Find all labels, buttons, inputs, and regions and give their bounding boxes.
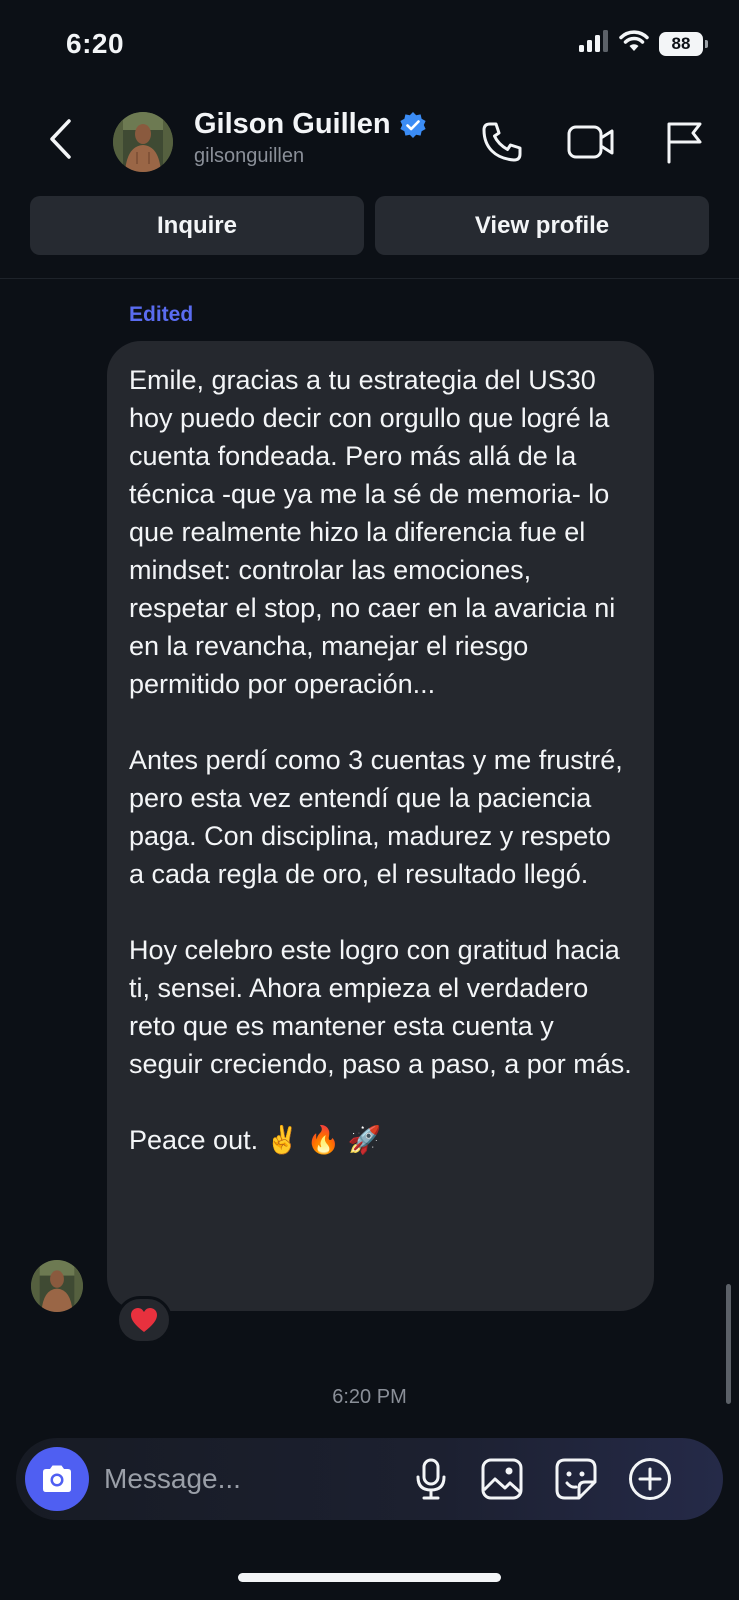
heart-icon (131, 1308, 157, 1332)
sticker-icon (555, 1458, 597, 1500)
plus-circle-icon (629, 1458, 671, 1500)
message-paragraph: Hoy celebro este logro con gratitud haci… (129, 935, 632, 1079)
message-input[interactable] (104, 1452, 394, 1506)
phone-icon (482, 122, 522, 162)
inquire-button[interactable]: Inquire (30, 196, 364, 255)
chat-header: Gilson Guillen gilsonguillen (0, 100, 739, 180)
camera-icon (43, 1465, 71, 1492)
status-bar: 6:20 88 (0, 0, 739, 90)
microphone-icon (416, 1458, 446, 1500)
header-divider (0, 278, 739, 279)
more-options-button[interactable] (626, 1455, 674, 1503)
battery-indicator: 88 (659, 31, 708, 56)
voice-message-button[interactable] (407, 1455, 455, 1503)
status-time: 6:20 (66, 28, 125, 59)
sender-avatar[interactable] (31, 1260, 83, 1312)
flag-icon (667, 122, 702, 164)
report-button[interactable] (660, 118, 708, 166)
message-timestamp: 6:20 PM (332, 1386, 407, 1408)
profile-actions: Inquire View profile (30, 196, 709, 255)
edited-label: Edited (129, 303, 194, 326)
video-call-button[interactable] (567, 118, 615, 166)
wifi-icon (619, 30, 649, 57)
view-profile-button[interactable]: View profile (375, 196, 709, 255)
camera-button[interactable] (25, 1447, 89, 1511)
status-icons: 88 (579, 30, 708, 57)
verified-badge-icon (399, 111, 426, 138)
home-indicator (238, 1573, 501, 1582)
message-bubble[interactable]: Emile, gracias a tu estrategia del US30 … (107, 341, 654, 1311)
message-paragraph: Antes perdí como 3 cuentas y me frustré,… (129, 745, 623, 889)
reaction-badge[interactable] (116, 1296, 172, 1344)
contact-info[interactable]: Gilson Guillen gilsonguillen (194, 108, 427, 168)
gallery-icon (481, 1458, 523, 1500)
message-paragraph: Emile, gracias a tu estrategia del US30 … (129, 365, 616, 699)
message-composer (16, 1438, 723, 1520)
contact-avatar[interactable] (113, 112, 173, 172)
contact-handle: gilsonguillen (194, 145, 305, 167)
message-paragraph: Peace out. ✌️ 🔥 🚀 (129, 1125, 382, 1155)
contact-name: Gilson Guillen (194, 108, 391, 140)
video-icon (567, 125, 614, 159)
scrollbar-thumb[interactable] (726, 1284, 731, 1404)
back-icon (50, 119, 71, 159)
call-button[interactable] (478, 118, 526, 166)
gallery-button[interactable] (478, 1455, 526, 1503)
sticker-button[interactable] (552, 1455, 600, 1503)
back-button[interactable] (40, 114, 80, 164)
cellular-signal-icon (579, 30, 609, 57)
